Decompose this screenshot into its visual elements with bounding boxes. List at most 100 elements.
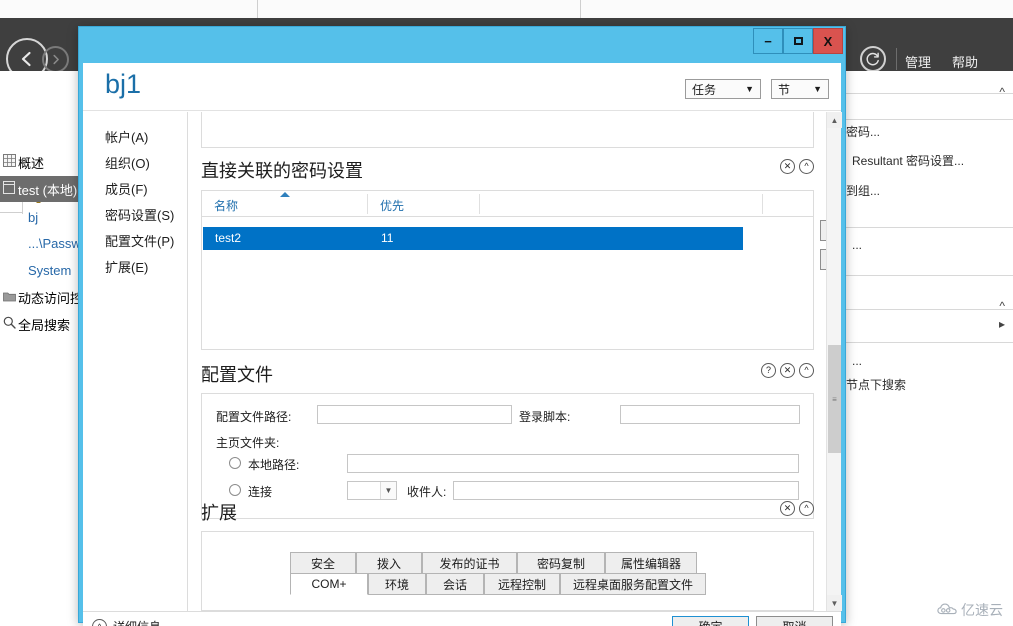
tab-sessions[interactable]: 会话 bbox=[426, 573, 484, 595]
background-tabstrip bbox=[0, 0, 1013, 18]
sidebar-item-member-of[interactable]: 成员(F) bbox=[83, 175, 187, 201]
connect-radio[interactable] bbox=[229, 484, 241, 496]
dialog-sidebar: 帐户(A) 组织(O) 成员(F) 密码设置(S) 配置文件(P) 扩展(E) bbox=[83, 112, 188, 611]
arrow-right-icon[interactable] bbox=[42, 46, 69, 73]
help-menu[interactable]: 帮助 bbox=[952, 52, 978, 71]
sidebar-item-label: 扩展(E) bbox=[105, 259, 149, 275]
chevron-up-circle-icon[interactable]: ^ bbox=[799, 363, 814, 378]
page-title: bj1 bbox=[105, 69, 142, 99]
tab-dial-in[interactable]: 拨入 bbox=[356, 552, 422, 574]
help-circle-icon[interactable]: ? bbox=[761, 363, 776, 378]
password-settings-panel: 名称 优先 test2 11 bbox=[201, 190, 814, 350]
sidebar-item-organization[interactable]: 组织(O) bbox=[83, 149, 187, 175]
sidebar-item-label: 成员(F) bbox=[105, 181, 148, 197]
profile-path-input[interactable] bbox=[317, 405, 512, 424]
right-pane-item[interactable]: 密码... bbox=[846, 123, 880, 140]
tasks-dropdown[interactable]: 任务 ▼ bbox=[685, 79, 761, 99]
local-path-input[interactable] bbox=[347, 454, 799, 473]
tab-rds-profile[interactable]: 远程桌面服务配置文件 bbox=[560, 573, 706, 595]
maximize-button[interactable] bbox=[783, 28, 813, 54]
recipient-label: 收件人: bbox=[407, 485, 447, 499]
tab-com-plus[interactable]: COM+ bbox=[290, 573, 368, 595]
chevron-up-circle-icon[interactable]: ^ bbox=[799, 501, 814, 516]
sidebar-item-label: 密码设置(S) bbox=[105, 207, 175, 223]
triangle-right-icon[interactable]: ▸ bbox=[999, 317, 1005, 331]
tab-environment[interactable]: 环境 bbox=[368, 573, 426, 595]
sidebar-item-label: 配置文件(P) bbox=[105, 233, 175, 249]
tab-published-certificates[interactable]: 发布的证书 bbox=[422, 552, 517, 574]
sections-dropdown-label: 节 bbox=[778, 82, 791, 97]
right-pane-item[interactable]: 到组... bbox=[846, 182, 880, 199]
chevron-up-icon[interactable]: ^ bbox=[999, 85, 1005, 99]
section-title: 直接关联的密码设置 bbox=[201, 161, 363, 181]
section-header-profile: 配置文件 ? ✕ ^ bbox=[201, 361, 814, 391]
tree-item-system[interactable]: System bbox=[0, 257, 86, 283]
table-row[interactable]: test2 11 bbox=[203, 227, 743, 250]
sidebar-item-profile[interactable]: 配置文件(P) bbox=[83, 227, 187, 253]
right-pane-item[interactable]: Resultant 密码设置... bbox=[852, 152, 964, 169]
logon-script-label: 登录脚本: bbox=[519, 410, 571, 424]
extensions-panel: 安全 拨入 发布的证书 密码复制 属性编辑器 COM+ 环境 会话 远程控制 远… bbox=[201, 531, 814, 611]
tab-remote-control[interactable]: 远程控制 bbox=[484, 573, 560, 595]
tree-item-overview[interactable]: 概述 bbox=[0, 149, 86, 175]
sidebar-item-extensions[interactable]: 扩展(E) bbox=[83, 253, 187, 279]
column-header-name[interactable]: 名称 bbox=[214, 197, 238, 214]
tabstrip-segment bbox=[581, 0, 1013, 18]
chevron-up-circle-icon[interactable]: ^ bbox=[799, 159, 814, 174]
close-circle-icon[interactable]: ✕ bbox=[780, 501, 795, 516]
dialog-content: 直接关联的密码设置 ✕ ^ 名称 优先 test2 11 配置文件 ? ✕ ^ … bbox=[189, 112, 826, 611]
column-header-priority[interactable]: 优先 bbox=[380, 197, 404, 214]
tab-attribute-editor[interactable]: 属性编辑器 bbox=[605, 552, 697, 574]
tree-item-password-settings[interactable]: ...\Passw bbox=[0, 230, 86, 256]
chevron-up-icon[interactable]: ^ bbox=[999, 299, 1005, 313]
cloud-icon bbox=[937, 602, 957, 619]
scroll-down-button[interactable]: ▼ bbox=[827, 595, 842, 611]
connect-drive-select[interactable]: ▼ bbox=[347, 481, 397, 500]
sidebar-item-label: 组织(O) bbox=[105, 155, 150, 171]
recipient-input[interactable] bbox=[453, 481, 799, 500]
minimize-button[interactable]: − bbox=[753, 28, 783, 54]
content-scrollbar[interactable]: ▲ ≡ ▼ bbox=[826, 112, 842, 611]
scroll-up-button[interactable]: ▲ bbox=[827, 112, 842, 128]
local-path-radio[interactable] bbox=[229, 457, 241, 469]
refresh-icon[interactable] bbox=[860, 46, 886, 72]
sidebar-item-password-settings[interactable]: 密码设置(S) bbox=[83, 201, 187, 227]
local-path-label: 本地路径: bbox=[248, 458, 300, 472]
tree-item-dynamic-access[interactable]: 动态访问控 bbox=[0, 284, 86, 310]
right-pane-item[interactable]: ... bbox=[852, 238, 862, 252]
chevron-up-circle-icon[interactable]: ^ bbox=[92, 619, 107, 626]
tabstrip-segment bbox=[0, 0, 258, 18]
sections-dropdown[interactable]: 节 ▼ bbox=[771, 79, 829, 99]
tab-security[interactable]: 安全 bbox=[290, 552, 356, 574]
cancel-button[interactable]: 取消 bbox=[756, 615, 833, 626]
tree-item-bj[interactable]: bj bbox=[0, 204, 86, 230]
section-header-extensions: 扩展 ✕ ^ bbox=[201, 499, 814, 529]
tree-item-global-search[interactable]: 全局搜索 bbox=[0, 311, 86, 337]
dialog-title-bar[interactable]: − X bbox=[79, 27, 845, 63]
sort-ascending-icon bbox=[280, 192, 290, 197]
ok-button[interactable]: 确定 bbox=[672, 615, 749, 626]
tree-item-test-local[interactable]: test (本地) bbox=[0, 176, 86, 202]
scrollbar-thumb[interactable]: ≡ bbox=[828, 345, 841, 453]
toolbar-divider bbox=[896, 48, 897, 70]
logon-script-input[interactable] bbox=[620, 405, 800, 424]
cell-priority: 11 bbox=[381, 231, 394, 245]
section-controls: ? ✕ ^ bbox=[761, 363, 814, 378]
close-circle-icon[interactable]: ✕ bbox=[780, 159, 795, 174]
sidebar-item-account[interactable]: 帐户(A) bbox=[83, 123, 187, 149]
section-title: 扩展 bbox=[201, 503, 237, 523]
tab-password-replication[interactable]: 密码复制 bbox=[517, 552, 605, 574]
tree-item-label: ...\Passw bbox=[28, 235, 81, 251]
right-pane-item[interactable]: 节点下搜索 bbox=[846, 376, 906, 393]
dialog-header: bj1 任务 ▼ 节 ▼ bbox=[83, 63, 841, 111]
close-circle-icon[interactable]: ✕ bbox=[780, 363, 795, 378]
folder-icon bbox=[0, 290, 18, 305]
grid-icon bbox=[0, 154, 18, 170]
profile-path-label: 配置文件路径: bbox=[216, 410, 292, 424]
container-icon bbox=[0, 181, 18, 197]
close-button[interactable]: X bbox=[813, 28, 843, 54]
manage-menu[interactable]: 管理 bbox=[905, 52, 931, 71]
details-toggle-label[interactable]: 详细信息 bbox=[113, 618, 161, 626]
background-left-pane: 概述 test (本地) bj ...\Passw System 动态访问控 全… bbox=[0, 71, 86, 626]
right-pane-item[interactable]: ... bbox=[852, 354, 862, 368]
